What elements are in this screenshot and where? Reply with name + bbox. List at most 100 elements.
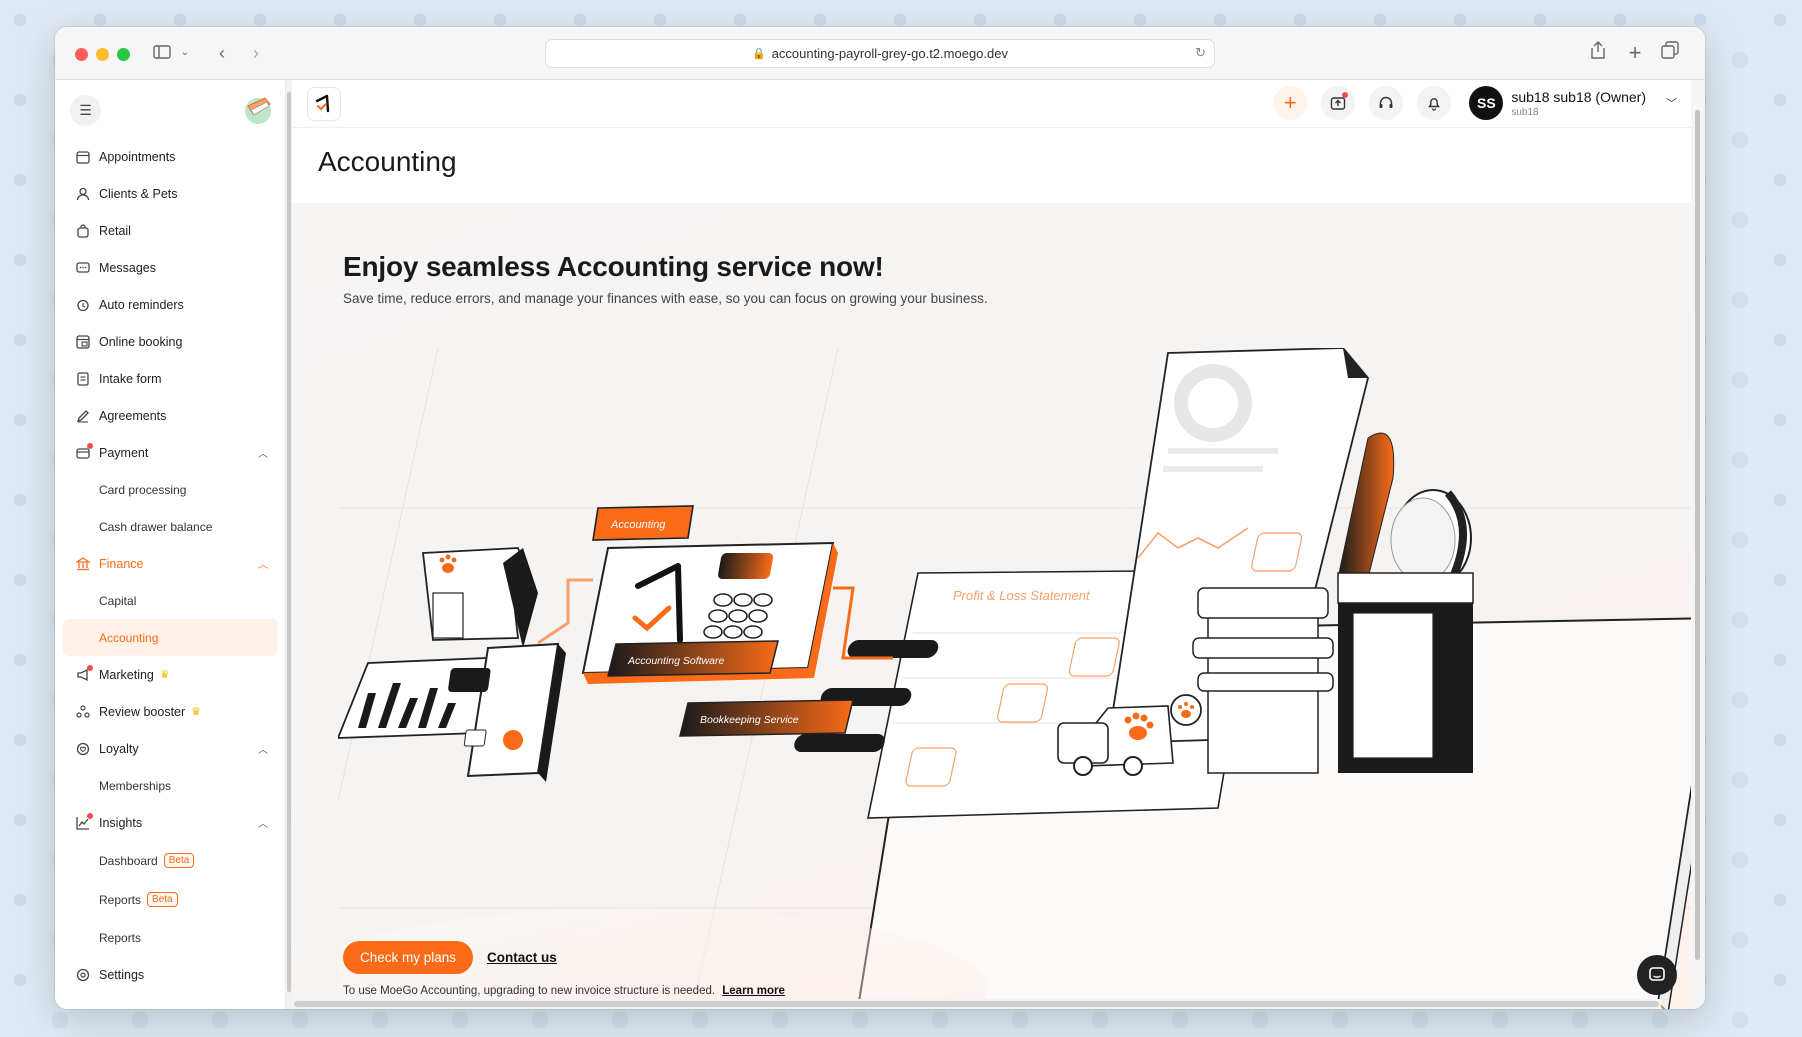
pl-statement-label: Profit & Loss Statement xyxy=(953,588,1091,603)
sidebar-item-accounting[interactable]: Accounting xyxy=(63,619,278,656)
expense-label: Expense xyxy=(930,692,971,704)
avatar: SS xyxy=(1469,86,1504,120)
sidebar-item-label: Finance xyxy=(99,556,144,571)
sidebar-item-marketing[interactable]: Marketing ♛ xyxy=(55,656,286,693)
chevron-up-icon[interactable]: ︿ xyxy=(258,815,268,830)
sidebar-item-label: Review booster xyxy=(99,704,186,719)
upload-icon[interactable] xyxy=(1321,86,1356,120)
chart-icon xyxy=(75,812,93,831)
chevron-up-icon[interactable]: ︿ xyxy=(258,556,268,571)
sidebar-item-agreements[interactable]: Agreements xyxy=(55,397,286,434)
sidebar-item-review-booster[interactable]: Review booster ♛ xyxy=(55,693,286,730)
booking-icon xyxy=(75,334,91,350)
maximize-window-button[interactable] xyxy=(117,48,130,61)
sidebar-item-label: Marketing xyxy=(99,667,154,682)
bell-icon[interactable] xyxy=(1417,86,1452,120)
forward-arrow-icon[interactable]: › xyxy=(244,41,268,65)
user-menu[interactable]: SS sub18 sub18 (Owner) sub18 ﹀ xyxy=(1469,86,1677,120)
chat-support-button[interactable] xyxy=(1637,955,1677,995)
sidebar-item-label: Cash drawer balance xyxy=(99,519,213,534)
sidebar-item-clients-pets[interactable]: Clients & Pets xyxy=(55,175,286,212)
sidebar-toggle-icon[interactable] xyxy=(150,41,174,65)
review-icon xyxy=(75,704,91,720)
user-subtitle: sub18 xyxy=(1511,106,1539,118)
sidebar-item-dashboard[interactable]: Dashboard Beta xyxy=(55,841,286,880)
crown-icon: ♛ xyxy=(159,669,170,681)
sidebar-item-reports[interactable]: Reports xyxy=(55,919,286,956)
sidebar: ☰ Appointments Clients & Pets Retail Mes… xyxy=(55,80,286,1009)
reload-icon[interactable]: ↻ xyxy=(1195,45,1206,61)
hamburger-menu-icon[interactable]: ☰ xyxy=(70,95,101,126)
beta-badge: Beta xyxy=(147,892,178,907)
minimize-window-button[interactable] xyxy=(96,48,109,61)
sidebar-item-cash-drawer-balance[interactable]: Cash drawer balance xyxy=(55,508,286,545)
sidebar-item-label: Messages xyxy=(99,260,156,275)
window-controls xyxy=(75,48,130,61)
chevron-up-icon[interactable]: ︿ xyxy=(258,741,268,756)
sidebar-item-label: Intake form xyxy=(99,371,162,386)
address-bar[interactable]: 🔒 accounting-payroll-grey-go.t2.moego.de… xyxy=(545,39,1215,68)
sidebar-item-reports-beta[interactable]: Reports Beta xyxy=(55,880,286,919)
chevron-down-icon[interactable]: ﹀ xyxy=(1666,95,1677,111)
url-text: accounting-payroll-grey-go.t2.moego.dev xyxy=(771,46,1008,61)
check-my-plans-button[interactable]: Check my plans xyxy=(343,941,474,974)
sidebar-item-auto-reminders[interactable]: Auto reminders xyxy=(55,286,286,323)
sidebar-item-label: Memberships xyxy=(99,778,172,793)
cta-row: Check my plans Contact us xyxy=(343,941,557,974)
sidebar-item-label: Accounting xyxy=(99,630,159,645)
sidebar-item-label: Capital xyxy=(99,593,137,608)
sidebar-item-finance[interactable]: Finance ︿ xyxy=(55,545,286,582)
alarm-icon xyxy=(75,297,91,313)
chevron-up-icon[interactable]: ︿ xyxy=(258,445,268,460)
crown-icon: ♛ xyxy=(191,706,202,718)
sidebar-item-label: Clients & Pets xyxy=(99,186,178,201)
sidebar-item-intake-form[interactable]: Intake form xyxy=(55,360,286,397)
share-icon[interactable] xyxy=(1586,41,1610,65)
settings-icon xyxy=(75,967,91,983)
close-window-button[interactable] xyxy=(75,48,88,61)
brand-logo[interactable] xyxy=(241,92,273,124)
add-icon[interactable]: + xyxy=(1273,86,1308,120)
main-scrollbar[interactable] xyxy=(1691,80,1705,1009)
payment-icon xyxy=(75,442,93,461)
user-icon xyxy=(75,186,91,202)
sidebar-item-appointments[interactable]: Appointments xyxy=(55,138,286,175)
sidebar-item-payment[interactable]: Payment ︿ xyxy=(55,434,286,471)
sidebar-item-card-processing[interactable]: Card processing xyxy=(55,471,286,508)
chevron-down-icon[interactable]: ⌄ xyxy=(173,41,197,65)
app-logo[interactable] xyxy=(307,87,341,121)
sidebar-item-online-booking[interactable]: Online booking xyxy=(55,323,286,360)
back-arrow-icon[interactable]: ‹ xyxy=(210,41,234,65)
sidebar-item-label: Payment xyxy=(99,445,149,460)
sidebar-item-retail[interactable]: Retail xyxy=(55,212,286,249)
sidebar-item-label: Online booking xyxy=(99,334,183,349)
accounting-illustration: Profit & Loss Statement Revenue Expense … xyxy=(338,348,1691,1009)
bookkeeping-service-label: Bookkeeping Service xyxy=(700,714,799,726)
sidebar-item-memberships[interactable]: Memberships xyxy=(55,767,286,804)
new-tab-icon[interactable]: + xyxy=(1623,41,1647,65)
hero-subtitle: Save time, reduce errors, and manage you… xyxy=(343,291,988,306)
notification-dot xyxy=(87,664,93,671)
sidebar-item-label: Appointments xyxy=(99,149,176,164)
sidebar-item-capital[interactable]: Capital xyxy=(55,582,286,619)
beta-badge: Beta xyxy=(163,853,195,868)
learn-more-link[interactable]: Learn more xyxy=(722,985,785,997)
sidebar-item-messages[interactable]: Messages xyxy=(55,249,286,286)
revenue-label: Revenue xyxy=(946,644,988,656)
headset-icon[interactable] xyxy=(1369,86,1404,120)
notification-dot xyxy=(87,812,93,819)
sidebar-item-label: Auto reminders xyxy=(99,297,184,312)
form-icon xyxy=(75,371,91,387)
loyalty-icon xyxy=(75,741,91,757)
chat-icon xyxy=(1649,967,1665,981)
horizontal-scrollbar[interactable] xyxy=(292,999,1661,1009)
browser-window: ⌄ ‹ › 🔒 accounting-payroll-grey-go.t2.mo… xyxy=(55,27,1705,1009)
sidebar-item-settings[interactable]: Settings xyxy=(55,956,286,993)
sidebar-item-insights[interactable]: Insights ︿ xyxy=(55,804,286,841)
sidebar-item-loyalty[interactable]: Loyalty ︿ xyxy=(55,730,286,767)
sidebar-item-label: Settings xyxy=(99,967,145,982)
sidebar-item-label: Insights xyxy=(99,815,143,830)
tabs-overview-icon[interactable] xyxy=(1658,41,1682,65)
bag-icon xyxy=(75,223,91,239)
contact-us-link[interactable]: Contact us xyxy=(487,950,557,965)
